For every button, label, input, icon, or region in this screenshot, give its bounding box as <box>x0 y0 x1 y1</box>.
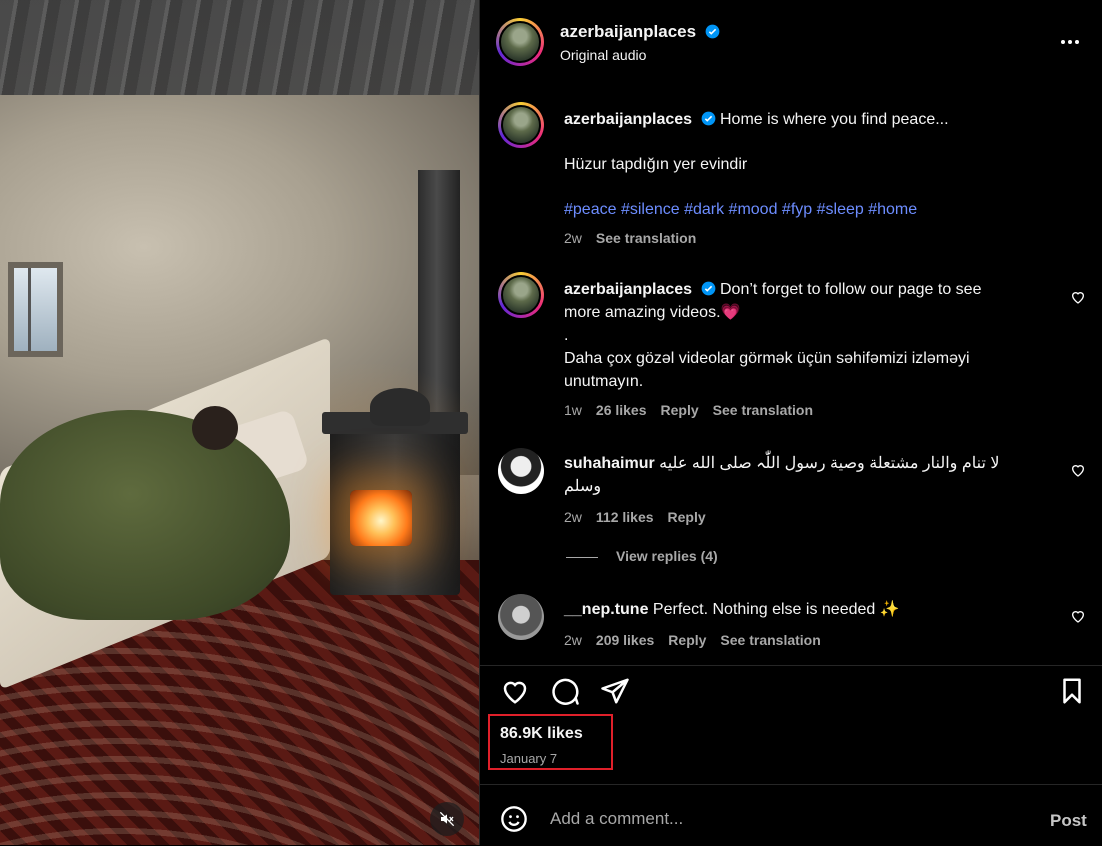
comment-like-heart-icon[interactable] <box>1070 462 1086 478</box>
add-comment-input[interactable]: Add a comment... <box>550 809 683 829</box>
comment-meta: 1w 26 likes Reply See translation <box>564 399 1019 422</box>
comment-text-dot: . <box>564 327 569 344</box>
comment-body: suhahaimur لا تنام والنار مشتعلة وصية رس… <box>564 452 1019 529</box>
likes-count[interactable]: 86.9K likes <box>500 725 583 743</box>
view-replies-line <box>566 556 598 558</box>
caption-text-2: Hüzur tapdığın yer evindir <box>564 156 748 173</box>
post-date[interactable]: January 7 <box>500 751 557 766</box>
comment-text: Perfect. Nothing else is needed ✨ <box>652 601 900 618</box>
comment-likes[interactable]: 112 likes <box>596 509 654 525</box>
comment-text-2: Daha çox gözəl videolar görmək üçün səhi… <box>564 350 970 390</box>
comment-see-translation[interactable]: See translation <box>720 632 820 648</box>
post-side-panel: azerbaijanplaces Original audio azerbaij… <box>479 0 1102 845</box>
comment-username[interactable]: __nep.tune <box>564 601 648 618</box>
comment-username[interactable]: azerbaijanplaces <box>564 281 692 298</box>
post-actions-bar <box>480 665 1102 716</box>
caption-username[interactable]: azerbaijanplaces <box>564 111 692 128</box>
comment-reply[interactable]: Reply <box>668 632 706 648</box>
post-comment-button[interactable]: Post <box>1050 811 1087 831</box>
comment-avatar[interactable] <box>498 272 544 318</box>
view-replies-button[interactable]: View replies (4) <box>566 548 718 564</box>
mute-button[interactable] <box>430 802 464 836</box>
video-scene-sleeper <box>192 406 238 450</box>
caption-see-translation[interactable]: See translation <box>596 230 696 246</box>
more-icon[interactable] <box>1058 30 1082 54</box>
comment-time: 2w <box>564 509 582 525</box>
comment-time: 1w <box>564 402 582 418</box>
comment-reply[interactable]: Reply <box>661 402 699 418</box>
comment-likes[interactable]: 209 likes <box>596 632 654 648</box>
save-bookmark-icon[interactable] <box>1057 676 1087 706</box>
comment-avatar[interactable] <box>498 594 544 640</box>
comment-body: azerbaijanplaces Don’t forget to follow … <box>564 278 1019 422</box>
verified-badge-icon <box>705 24 720 39</box>
caption-avatar[interactable] <box>498 102 544 148</box>
like-heart-icon[interactable] <box>500 676 530 706</box>
comment-likes[interactable]: 26 likes <box>596 402 647 418</box>
caption-text-1: Home is where you find peace... <box>719 111 949 128</box>
video-scene-roof <box>0 0 479 110</box>
comment-meta: 2w 209 likes Reply See translation <box>564 629 1019 652</box>
video-scene-kettle <box>370 388 430 426</box>
caption-hashtags[interactable]: #peace #silence #dark #mood #fyp #sleep … <box>564 198 1019 221</box>
view-replies-label[interactable]: View replies (4) <box>616 548 718 564</box>
speaker-muted-icon <box>439 811 455 827</box>
comment-meta: 2w 112 likes Reply <box>564 506 1019 529</box>
video-scene-window <box>8 262 63 357</box>
comment-see-translation[interactable]: See translation <box>713 402 813 418</box>
comment-bubble-icon[interactable] <box>550 676 580 706</box>
add-comment-bar: Add a comment... Post <box>480 784 1102 846</box>
caption-time: 2w <box>564 230 582 246</box>
author-avatar[interactable] <box>496 18 544 66</box>
comment-like-heart-icon[interactable] <box>1070 289 1086 305</box>
emoji-icon[interactable] <box>500 805 528 833</box>
post-video[interactable] <box>0 0 479 845</box>
audio-label[interactable]: Original audio <box>560 47 646 63</box>
comment-body: __nep.tune Perfect. Nothing else is need… <box>564 598 1019 652</box>
post-header: azerbaijanplaces Original audio <box>480 0 1102 86</box>
caption-body: azerbaijanplaces Home is where you find … <box>564 108 1019 250</box>
comment-like-heart-icon[interactable] <box>1070 608 1086 624</box>
comment-time: 2w <box>564 632 582 648</box>
comment-reply[interactable]: Reply <box>668 509 706 525</box>
share-paper-plane-icon[interactable] <box>600 676 630 706</box>
comment-avatar[interactable] <box>498 448 544 494</box>
comment-username[interactable]: suhahaimur <box>564 455 655 472</box>
instagram-post-view: azerbaijanplaces Original audio azerbaij… <box>0 0 1102 845</box>
author-username[interactable]: azerbaijanplaces <box>560 22 720 42</box>
video-scene-fire <box>350 490 412 546</box>
caption-meta: 2w See translation <box>564 227 1019 250</box>
verified-badge-icon <box>701 281 715 296</box>
author-username-text[interactable]: azerbaijanplaces <box>560 22 696 41</box>
verified-badge-icon <box>701 111 715 126</box>
